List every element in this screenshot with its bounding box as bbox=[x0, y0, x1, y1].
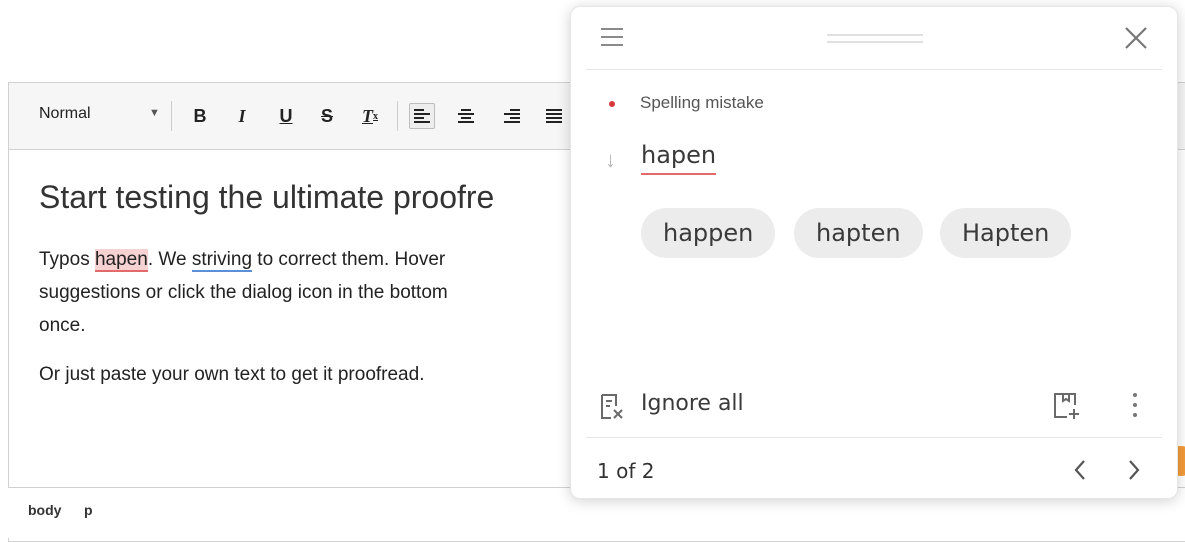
suggestion-chip[interactable]: Hapten bbox=[940, 208, 1072, 258]
arrow-down-icon: ↓ bbox=[605, 147, 616, 172]
text-span: to correct them. Hover bbox=[252, 249, 446, 270]
element-path-p[interactable]: p bbox=[84, 502, 93, 518]
chevron-left-icon[interactable] bbox=[1069, 456, 1091, 484]
close-icon[interactable] bbox=[1123, 25, 1149, 51]
align-justify-icon bbox=[546, 109, 562, 123]
align-right-button[interactable] bbox=[499, 103, 525, 129]
panel-divider bbox=[586, 437, 1162, 438]
menu-icon[interactable] bbox=[601, 28, 623, 52]
chevron-right-icon[interactable] bbox=[1123, 456, 1145, 484]
align-justify-button[interactable] bbox=[541, 103, 567, 129]
error-type-label: Spelling mistake bbox=[640, 93, 764, 112]
underline-button[interactable]: U bbox=[273, 103, 299, 129]
error-pager-count: 1 of 2 bbox=[597, 459, 655, 483]
bold-button[interactable]: B bbox=[187, 103, 213, 129]
clear-formatting-label: T bbox=[362, 105, 373, 126]
proofreader-panel: Spelling mistake ↓ hapen happen hapten H… bbox=[570, 6, 1178, 499]
align-left-icon bbox=[414, 109, 430, 123]
add-to-dictionary-icon[interactable] bbox=[1051, 391, 1081, 421]
spelling-error-highlight[interactable]: hapen bbox=[94, 249, 148, 272]
error-type-dot-icon bbox=[609, 101, 615, 107]
error-word: hapen bbox=[641, 141, 717, 175]
panel-divider bbox=[586, 69, 1162, 70]
chevron-down-icon[interactable]: ▼ bbox=[149, 107, 160, 119]
suggestion-chip[interactable]: happen bbox=[641, 208, 776, 258]
clear-formatting-button[interactable]: Tx bbox=[357, 103, 383, 129]
align-center-icon bbox=[458, 109, 474, 123]
grammar-error-highlight[interactable]: striving bbox=[191, 249, 253, 272]
text-span: Typos bbox=[39, 249, 95, 270]
align-left-button[interactable] bbox=[409, 103, 435, 129]
text-span: . We bbox=[147, 249, 192, 270]
toolbar-divider bbox=[397, 101, 398, 131]
italic-button[interactable]: I bbox=[229, 103, 255, 129]
align-center-button[interactable] bbox=[453, 103, 479, 129]
more-options-icon[interactable] bbox=[1127, 393, 1143, 421]
ignore-all-icon[interactable] bbox=[599, 393, 625, 421]
align-right-icon bbox=[504, 109, 520, 123]
strikethrough-button[interactable]: S bbox=[314, 103, 340, 129]
suggestion-chip[interactable]: hapten bbox=[794, 208, 923, 258]
ignore-all-button[interactable]: Ignore all bbox=[641, 391, 744, 416]
format-dropdown-label[interactable]: Normal bbox=[39, 105, 91, 123]
toolbar-divider bbox=[171, 101, 172, 131]
element-path-body[interactable]: body bbox=[28, 502, 61, 518]
drag-handle[interactable] bbox=[827, 34, 923, 48]
